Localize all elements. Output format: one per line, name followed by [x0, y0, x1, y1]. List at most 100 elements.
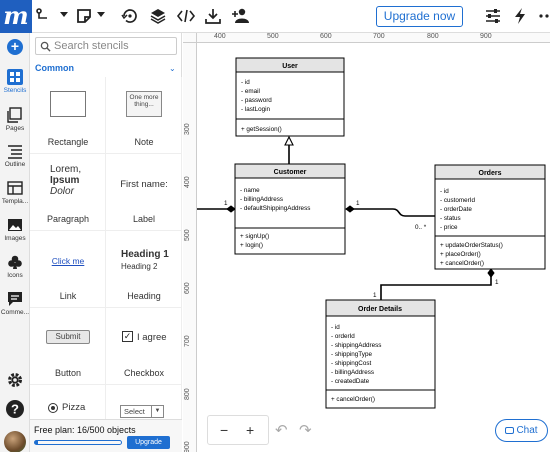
class-customer[interactable]: Customer - name - billingAddress - defau… [234, 163, 346, 255]
templates-icon [7, 181, 23, 195]
stencils-icon [7, 69, 23, 85]
paragraph-line: Lorem, [50, 164, 82, 175]
zoom-controls: − + [207, 415, 269, 445]
connector-icon[interactable] [34, 6, 54, 26]
stencil-rectangle[interactable]: Rectangle [30, 77, 106, 154]
class-attr: - shippingCost [331, 360, 372, 367]
rail-label-icons: Icons [7, 272, 23, 279]
more-icon[interactable] [535, 6, 550, 26]
class-attr: - customerId [440, 197, 475, 204]
class-method: + cancelOrder() [331, 396, 375, 403]
layers-icon[interactable] [148, 6, 168, 26]
checkbox-preview-text: I agree [137, 332, 167, 343]
stencil-note[interactable]: One more thing... Note [106, 77, 182, 154]
class-attr: - status [440, 215, 461, 222]
association-customer-orders[interactable] [346, 208, 435, 217]
stencil-paragraph[interactable]: Lorem, Ipsum Dolor Paragraph [30, 154, 106, 231]
class-method: + login() [240, 242, 263, 249]
section-common[interactable]: Common [35, 63, 74, 73]
svg-text:?: ? [11, 402, 19, 417]
history-icon[interactable] [120, 6, 140, 26]
rail-item-icons[interactable]: Icons [0, 254, 30, 279]
rail-item-pages[interactable]: Pages [0, 107, 30, 132]
class-attr: - createdDate [331, 378, 370, 385]
logo-icon[interactable]: m [0, 0, 32, 33]
note-caret-icon[interactable] [97, 12, 105, 17]
class-method: + signUp() [240, 233, 269, 240]
chevron-down-icon[interactable]: ⌄ [169, 64, 176, 73]
rail-label-comments: Comme... [0, 309, 30, 316]
association-orders-details[interactable] [380, 276, 492, 300]
rail-label-images: Images [4, 235, 26, 242]
gear-icon[interactable] [6, 371, 24, 389]
note-icon[interactable] [74, 6, 94, 26]
rail-item-images[interactable]: Images [0, 217, 30, 242]
upgrade-now-button[interactable]: Upgrade now [376, 6, 463, 27]
class-attr: - shippingAddress [331, 342, 381, 349]
stencil-select[interactable]: Select ▼ [106, 385, 182, 420]
class-attr: - billingAddress [331, 369, 374, 376]
top-toolbar: m Upgrade now [0, 0, 550, 33]
code-icon[interactable] [176, 6, 196, 26]
rail-item-comments[interactable]: Comme... [0, 291, 30, 316]
stencil-radio[interactable]: Pizza [30, 385, 106, 420]
zoom-out-button[interactable]: − [220, 422, 228, 438]
rail-item-stencils[interactable]: Stencils [0, 69, 30, 94]
search-icon [40, 41, 51, 52]
multiplicity-label: 1 [373, 292, 377, 299]
radio-icon [48, 403, 58, 413]
settings-sliders-icon[interactable] [483, 6, 503, 26]
undo-icon[interactable]: ↶ [275, 421, 288, 439]
stencil-checkbox[interactable]: ✓ I agree Checkbox [106, 308, 182, 385]
avatar[interactable] [4, 431, 26, 452]
diamond-icon [226, 205, 236, 213]
stencil-label: Label [132, 214, 156, 224]
rail-label-templates: Templa... [1, 198, 29, 205]
plan-text: Free plan: 16/500 objects [34, 425, 136, 435]
rail-item-outline[interactable]: Outline [0, 143, 30, 168]
label-preview: First name: [120, 179, 168, 190]
stencil-link[interactable]: Click me Link [30, 231, 106, 308]
download-icon[interactable] [203, 6, 223, 26]
help-icon[interactable]: ? [5, 399, 25, 419]
class-attr: - id [241, 79, 250, 86]
diagram-canvas[interactable]: 400 500 600 700 800 900 300 400 500 600 … [183, 33, 550, 452]
paragraph-preview: Lorem, Ipsum Dolor [50, 164, 81, 197]
class-orders[interactable]: Orders - id - customerId - orderDate - s… [434, 164, 546, 270]
add-user-icon[interactable] [231, 6, 251, 26]
class-attr: - lastLogin [241, 106, 271, 113]
zoom-in-button[interactable]: + [246, 422, 254, 438]
chat-button[interactable]: Chat [495, 419, 548, 442]
checkbox-box: ✓ [122, 331, 133, 342]
left-rail: + Stencils Pages Outline Templa... Image… [0, 33, 30, 452]
upgrade-button[interactable]: Upgrade [127, 436, 170, 449]
rail-item-templates[interactable]: Templa... [0, 180, 30, 205]
class-attr: - email [241, 88, 260, 95]
search-input[interactable] [54, 39, 174, 53]
heading-2-preview: Heading 2 [121, 262, 158, 271]
class-order-details[interactable]: Order Details - id - orderId - shippingA… [325, 299, 436, 409]
stencil-heading[interactable]: Heading 1 Heading 2 Heading [106, 231, 182, 308]
class-title: Orders [479, 170, 502, 177]
rail-label-outline: Outline [4, 161, 26, 168]
class-attr: - orderDate [440, 206, 472, 213]
add-plus-button[interactable]: + [7, 39, 23, 55]
class-attr: - orderId [331, 333, 355, 340]
stencil-panel: Common ⌄ Rectangle One more thing... Not… [30, 33, 182, 452]
select-preview: Select ▼ [120, 405, 164, 418]
class-method: + cancelOrder() [440, 260, 484, 267]
redo-icon[interactable]: ↷ [299, 421, 312, 439]
diamond-icon [487, 268, 495, 278]
class-title: User [282, 63, 298, 70]
lightning-icon[interactable] [510, 6, 530, 26]
select-preview-text: Select [124, 407, 145, 416]
chat-icon [505, 427, 515, 434]
class-user[interactable]: User - id - email - password - lastLogin… [235, 57, 345, 137]
outline-icon [8, 145, 22, 159]
chat-label: Chat [516, 425, 538, 436]
connector-caret-icon[interactable] [60, 12, 68, 17]
stencil-label: Checkbox [123, 368, 165, 378]
stencil-button[interactable]: Submit Button [30, 308, 106, 385]
stencil-label: Button [54, 368, 82, 378]
stencil-label-item[interactable]: First name: Label [106, 154, 182, 231]
